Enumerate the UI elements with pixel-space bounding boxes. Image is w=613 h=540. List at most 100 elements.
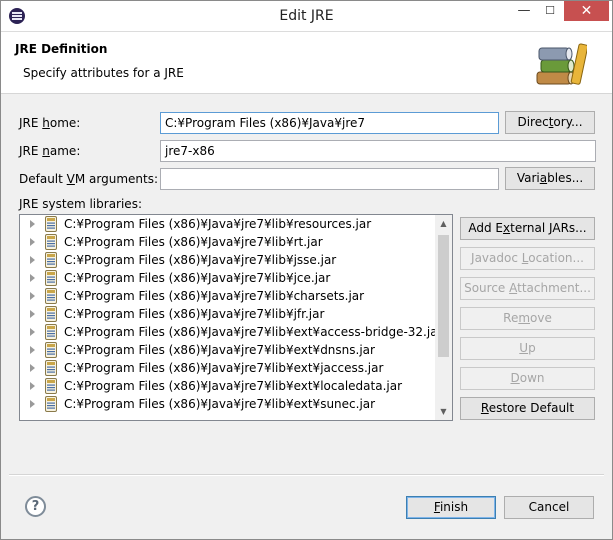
javadoc-location-label-end: ocation... (528, 251, 584, 265)
library-row[interactable]: C:¥Program Files (x86)¥Java¥jre7¥lib¥ext… (20, 377, 452, 395)
down-mnemonic: D (510, 371, 520, 385)
jar-file-icon (45, 216, 57, 232)
javadoc-location-button[interactable]: Javadoc Location... (460, 247, 595, 270)
maximize-button[interactable]: ☐ (537, 1, 563, 21)
jre-home-label-mnemonic: h (42, 116, 50, 130)
jre-home-label-text: JRE (19, 116, 43, 130)
library-row[interactable]: C:¥Program Files (x86)¥Java¥jre7¥lib¥ext… (20, 395, 452, 413)
finish-label-end: inish (439, 500, 469, 514)
vm-arguments-input[interactable] (160, 168, 499, 190)
jar-file-icon (45, 306, 57, 322)
tree-expand-icon[interactable] (30, 238, 35, 246)
footer-separator (9, 474, 604, 476)
help-icon[interactable]: ? (25, 496, 46, 517)
add-external-jars-label-end: ternal JARs... (510, 221, 587, 235)
edit-jre-dialog: Edit JRE — ☐ ✕ JRE Definition Specify at… (0, 0, 613, 540)
directory-button[interactable]: Directory... (505, 111, 595, 134)
jre-libraries-tree[interactable]: C:¥Program Files (x86)¥Java¥jre7¥lib¥res… (19, 214, 453, 421)
wizard-header: JRE Definition Specify attributes for a … (1, 32, 612, 94)
variables-button-label: Vari (516, 171, 540, 185)
up-label-end: p (528, 341, 536, 355)
jre-name-label: JRE name: (19, 144, 80, 158)
library-row[interactable]: C:¥Program Files (x86)¥Java¥jre7¥lib¥ext… (20, 359, 452, 377)
tree-expand-icon[interactable] (30, 346, 35, 354)
title-bar: Edit JRE — ☐ ✕ (1, 1, 612, 32)
library-path: C:¥Program Files (x86)¥Java¥jre7¥lib¥ext… (64, 343, 375, 357)
tree-expand-icon[interactable] (30, 274, 35, 282)
close-button[interactable]: ✕ (564, 1, 609, 21)
down-label-end: own (519, 371, 545, 385)
tree-expand-icon[interactable] (30, 328, 35, 336)
library-row[interactable]: C:¥Program Files (x86)¥Java¥jre7¥lib¥ext… (20, 341, 452, 359)
jar-file-icon (45, 234, 57, 250)
library-row[interactable]: C:¥Program Files (x86)¥Java¥jre7¥lib¥jfr… (20, 305, 452, 323)
jre-home-input[interactable]: C:¥Program Files (x86)¥Java¥jre7 (160, 112, 499, 134)
library-path: C:¥Program Files (x86)¥Java¥jre7¥lib¥ext… (64, 397, 376, 411)
library-path: C:¥Program Files (x86)¥Java¥jre7¥lib¥rt.… (64, 235, 323, 249)
source-attachment-button[interactable]: Source Attachment... (460, 277, 595, 300)
javadoc-location-label: Javadoc (471, 251, 522, 265)
jar-file-icon (45, 324, 57, 340)
library-path: C:¥Program Files (x86)¥Java¥jre7¥lib¥jfr… (64, 307, 325, 321)
library-path: C:¥Program Files (x86)¥Java¥jre7¥lib¥ext… (64, 361, 384, 375)
vm-arguments-label-text: Default (19, 172, 67, 186)
down-button[interactable]: Down (460, 367, 595, 390)
variables-button[interactable]: Variables... (505, 167, 595, 190)
scroll-down-arrow-icon[interactable]: ▼ (435, 403, 452, 420)
directory-button-label-end: ory... (553, 115, 583, 129)
vm-arguments-label-mnemonic: V (66, 172, 75, 186)
scroll-up-arrow-icon[interactable]: ▲ (435, 215, 452, 232)
jre-name-input[interactable]: jre7-x86 (160, 140, 596, 162)
library-row[interactable]: C:¥Program Files (x86)¥Java¥jre7¥lib¥res… (20, 215, 452, 233)
vm-arguments-label: Default VM arguments: (19, 172, 158, 186)
source-attachment-label-end: ttachment... (517, 281, 591, 295)
tree-expand-icon[interactable] (30, 400, 35, 408)
vm-arguments-label-text-end: M arguments: (74, 172, 159, 186)
tree-expand-icon[interactable] (30, 256, 35, 264)
library-path: C:¥Program Files (x86)¥Java¥jre7¥lib¥jce… (64, 271, 331, 285)
scrollbar-thumb[interactable] (438, 235, 449, 357)
jre-system-libraries-label: JRE system libraries: (19, 197, 142, 211)
library-row[interactable]: C:¥Program Files (x86)¥Java¥jre7¥lib¥rt.… (20, 233, 452, 251)
library-path: C:¥Program Files (x86)¥Java¥jre7¥lib¥ext… (64, 325, 443, 339)
cancel-button[interactable]: Cancel (504, 496, 594, 519)
variables-button-mnemonic: a (539, 171, 548, 185)
jre-home-label: JRE home: (19, 116, 80, 130)
vertical-scrollbar[interactable]: ▲ ▼ (435, 215, 452, 420)
finish-button[interactable]: Finish (406, 496, 496, 519)
source-attachment-label: Source (464, 281, 510, 295)
tree-expand-icon[interactable] (30, 382, 35, 390)
remove-label-end: ove (530, 311, 552, 325)
library-row[interactable]: C:¥Program Files (x86)¥Java¥jre7¥lib¥ext… (20, 323, 452, 341)
jar-file-icon (45, 270, 57, 286)
remove-mnemonic: m (518, 311, 531, 325)
minimize-button[interactable]: — (511, 1, 537, 21)
add-external-jars-button[interactable]: Add External JARs... (460, 217, 595, 240)
library-books-icon (536, 43, 587, 85)
library-rows: C:¥Program Files (x86)¥Java¥jre7¥lib¥res… (20, 215, 452, 413)
add-external-jars-label: Add E (468, 221, 504, 235)
remove-button[interactable]: Remove (460, 307, 595, 330)
tree-expand-icon[interactable] (30, 292, 35, 300)
restore-default-mnemonic: R (480, 401, 489, 415)
tree-expand-icon[interactable] (30, 364, 35, 372)
jre-home-label-text-end: ome: (49, 116, 81, 130)
jar-file-icon (45, 342, 57, 358)
tree-expand-icon[interactable] (30, 310, 35, 318)
restore-default-button[interactable]: Restore Default (460, 397, 595, 420)
library-row[interactable]: C:¥Program Files (x86)¥Java¥jre7¥lib¥jss… (20, 251, 452, 269)
up-mnemonic: U (519, 341, 529, 355)
jar-file-icon (45, 360, 57, 376)
up-button[interactable]: Up (460, 337, 595, 360)
jre-name-label-text-end: ame: (49, 144, 81, 158)
library-row[interactable]: C:¥Program Files (x86)¥Java¥jre7¥lib¥cha… (20, 287, 452, 305)
tree-expand-icon[interactable] (30, 220, 35, 228)
variables-button-label-end: bles... (547, 171, 584, 185)
library-path: C:¥Program Files (x86)¥Java¥jre7¥lib¥cha… (64, 289, 365, 303)
jre-name-label-text: JRE (19, 144, 43, 158)
cancel-label: Cancel (528, 500, 570, 514)
library-path: C:¥Program Files (x86)¥Java¥jre7¥lib¥res… (64, 217, 372, 231)
library-row[interactable]: C:¥Program Files (x86)¥Java¥jre7¥lib¥jce… (20, 269, 452, 287)
source-attachment-mnemonic: A (509, 281, 518, 295)
jar-file-icon (45, 252, 57, 268)
